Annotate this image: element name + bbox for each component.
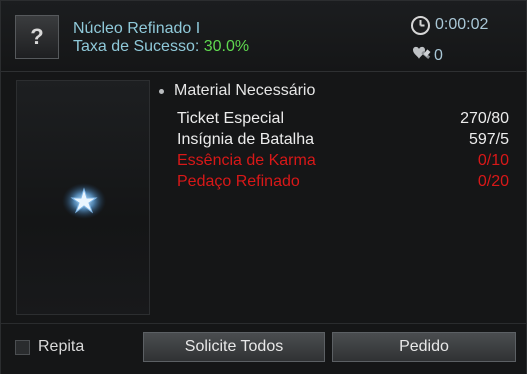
material-amount: 270/80	[460, 110, 509, 127]
material-row: Essência de Karma 0/10	[177, 150, 509, 171]
success-rate-value: 30.0%	[203, 38, 250, 55]
craft-footer: Repita Solicite Todos Pedido	[1, 323, 526, 374]
item-slot[interactable]: ?	[15, 15, 59, 59]
material-name: Ticket Especial	[177, 110, 284, 127]
material-amount: 0/20	[477, 173, 509, 190]
repeat-checkbox[interactable]	[15, 339, 30, 355]
materials-heading: Material Necessário	[159, 81, 315, 101]
materials-list: Ticket Especial 270/80 Insígnia de Batal…	[177, 108, 509, 192]
craft-count: 0	[410, 43, 443, 65]
star-emblem-icon	[62, 183, 106, 219]
material-row: Pedaço Refinado 0/20	[177, 171, 509, 192]
item-preview	[16, 80, 150, 315]
material-name: Essência de Karma	[177, 152, 316, 169]
material-row: Insígnia de Batalha 597/5	[177, 129, 509, 150]
success-rate-label: Taxa de Sucesso:	[73, 38, 204, 55]
count-value: 0	[434, 47, 443, 64]
question-mark-icon: ?	[30, 24, 44, 49]
repeat-label: Repita	[38, 338, 85, 355]
success-rate: Taxa de Sucesso: 30.0%	[73, 38, 249, 56]
hammer-heart-icon	[413, 46, 431, 59]
craft-window: ? Núcleo Refinado I Taxa de Sucesso: 30.…	[0, 0, 527, 374]
order-button[interactable]: Pedido	[332, 332, 516, 362]
timer-value: 0:00:02	[435, 16, 489, 33]
bullet-icon	[159, 88, 164, 94]
material-amount: 597/5	[468, 131, 509, 148]
clock-icon	[411, 15, 430, 35]
timer: 0:00:02	[410, 14, 488, 36]
request-all-button[interactable]: Solicite Todos	[143, 332, 325, 362]
material-row: Ticket Especial 270/80	[177, 108, 509, 129]
craft-header: ? Núcleo Refinado I Taxa de Sucesso: 30.…	[1, 1, 526, 72]
item-name: Núcleo Refinado I	[73, 20, 201, 37]
material-name: Insígnia de Batalha	[177, 131, 314, 148]
material-name: Pedaço Refinado	[177, 173, 300, 190]
material-amount: 0/10	[477, 152, 509, 169]
materials-heading-text: Material Necessário	[174, 82, 316, 99]
repeat-toggle[interactable]: Repita	[15, 336, 84, 358]
